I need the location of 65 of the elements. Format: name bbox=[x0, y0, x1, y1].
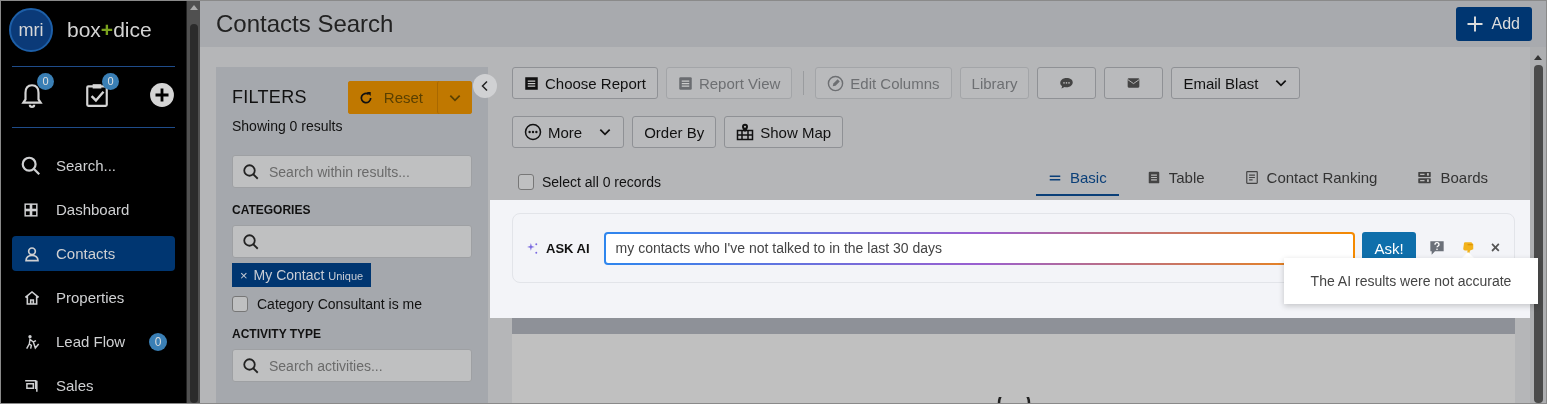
toolbar-button[interactable]: Order By bbox=[632, 116, 717, 148]
server-icon bbox=[1417, 170, 1433, 185]
toolbar-button[interactable]: Choose Report bbox=[512, 67, 658, 99]
tag-label: My Contact Unique bbox=[253, 267, 364, 283]
count-badge: 0 bbox=[37, 72, 54, 90]
plus-circle-icon bbox=[149, 81, 175, 108]
scrollbar[interactable] bbox=[186, 1, 200, 403]
toolbar-button[interactable] bbox=[1037, 67, 1097, 99]
checkbox-label: Select all 0 records bbox=[542, 174, 662, 190]
question-bubble-icon bbox=[1428, 240, 1445, 256]
plus-icon bbox=[1465, 15, 1484, 33]
add-button[interactable]: Add bbox=[1455, 7, 1532, 41]
nav-item[interactable]: Sales bbox=[12, 368, 175, 403]
checkbox[interactable] bbox=[518, 174, 534, 190]
scrollbar[interactable] bbox=[1530, 47, 1546, 403]
view-tab[interactable]: Contact Ranking bbox=[1232, 169, 1390, 196]
dropdown-button[interactable]: More bbox=[512, 116, 625, 148]
ask-ai-label: ASK AI bbox=[546, 240, 590, 256]
dropdown-button[interactable]: Email Blast bbox=[1171, 67, 1301, 99]
search-field[interactable] bbox=[232, 225, 472, 258]
sparkle-icon bbox=[526, 241, 539, 255]
nav-item[interactable]: Search... bbox=[12, 148, 175, 183]
filters-title: FILTERS bbox=[232, 87, 307, 108]
view-tab[interactable]: Table bbox=[1134, 169, 1217, 196]
map-pin-icon bbox=[736, 123, 755, 141]
ai-query-field[interactable]: my contacts who I've not talked to in the last 30 days bbox=[603, 231, 1356, 265]
count-badge: 0 bbox=[102, 72, 119, 90]
nav-item[interactable]: Dashboard bbox=[12, 192, 175, 227]
runner-icon bbox=[24, 333, 40, 350]
list-document-icon bbox=[1244, 170, 1259, 185]
checkbox[interactable] bbox=[232, 296, 248, 312]
nav-item[interactable]: Contacts bbox=[12, 236, 175, 271]
search-icon bbox=[242, 357, 260, 375]
close-button[interactable]: × bbox=[1486, 239, 1504, 257]
frame-icon bbox=[24, 378, 38, 393]
grid-icon bbox=[24, 202, 38, 217]
toolbar-button[interactable] bbox=[1104, 67, 1164, 99]
document-icon bbox=[677, 75, 693, 91]
page-title: Contacts Search bbox=[216, 10, 394, 38]
view-tab[interactable]: Boards bbox=[1405, 169, 1500, 196]
count-badge: 0 bbox=[149, 332, 167, 351]
remove-button[interactable]: × bbox=[240, 267, 248, 283]
search-icon bbox=[242, 233, 260, 251]
document-icon bbox=[1146, 170, 1161, 185]
logo: mri bbox=[9, 8, 53, 53]
house-icon bbox=[24, 289, 40, 306]
pencil-circle-icon bbox=[827, 74, 845, 92]
search-icon bbox=[20, 154, 42, 177]
toolbar-button[interactable]: Show Map bbox=[724, 116, 844, 148]
search-field[interactable]: Search activities... bbox=[232, 349, 472, 382]
chat-bubble-icon bbox=[1058, 75, 1076, 91]
brand-name: box+dice bbox=[67, 18, 152, 43]
nav-item[interactable]: Lead Flow 0 bbox=[12, 324, 175, 359]
search-icon bbox=[242, 163, 260, 181]
ellipsis-circle-icon bbox=[524, 123, 542, 141]
person-icon bbox=[24, 245, 40, 262]
checkbox-label: Category Consultant is me bbox=[257, 296, 422, 312]
tooltip: The AI results were not accurate bbox=[1284, 258, 1538, 304]
section-heading: CATEGORIES bbox=[232, 203, 312, 217]
results-summary: Showing 0 results bbox=[232, 118, 344, 134]
view-tab[interactable]: Basic bbox=[1036, 169, 1119, 196]
search-field[interactable]: Search within results... bbox=[232, 155, 472, 188]
nav-item[interactable]: Properties bbox=[12, 280, 175, 315]
document-icon bbox=[524, 75, 539, 91]
section-heading: ACTIVITY TYPE bbox=[232, 327, 323, 341]
